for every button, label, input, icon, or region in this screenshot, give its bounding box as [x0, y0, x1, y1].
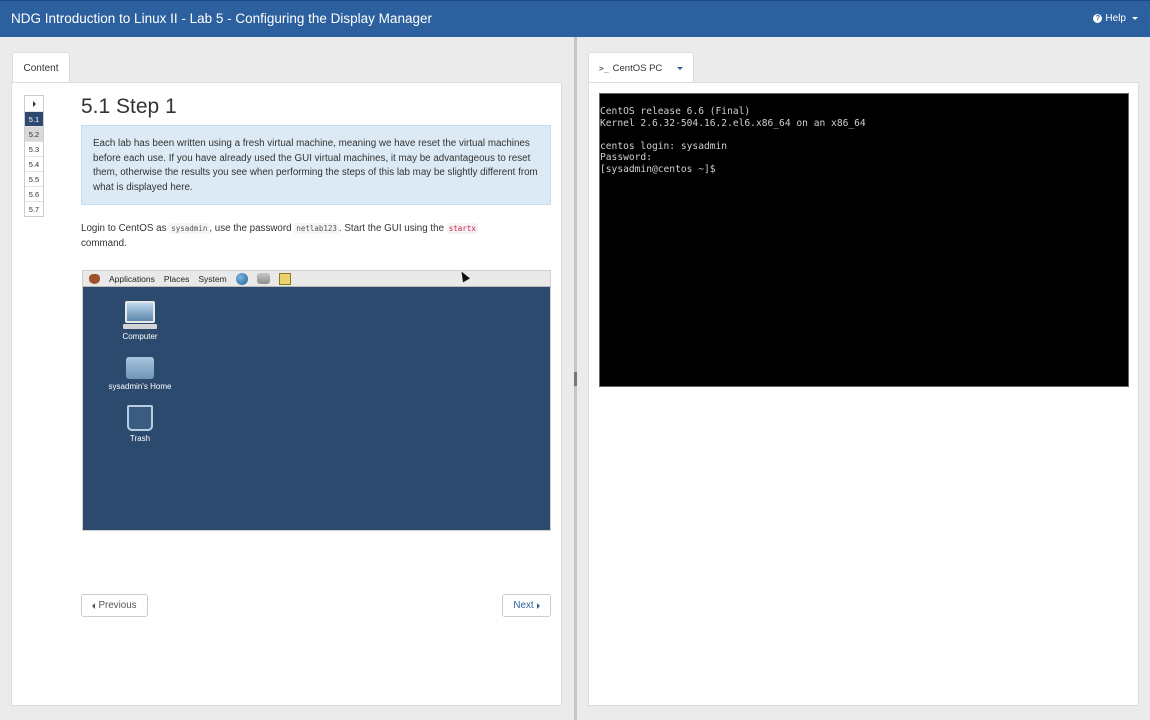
instr-text: . Start the GUI using the	[338, 223, 447, 234]
vm-terminal[interactable]: CentOS release 6.6 (Final) Kernel 2.6.32…	[599, 93, 1129, 387]
step-nav-item[interactable]: 5.1	[25, 111, 43, 126]
tab-content[interactable]: Content	[12, 52, 70, 83]
step-title: 5.1 Step 1	[81, 95, 177, 118]
desktop-icon-trash: Trash	[95, 405, 185, 443]
help-label: Help	[1105, 13, 1126, 24]
menu-system: System	[198, 273, 227, 284]
caret-left-icon	[92, 602, 96, 609]
text-editor-icon	[278, 272, 291, 285]
instr-text: , use the password	[209, 223, 295, 234]
step-nav-item[interactable]: 5.4	[25, 156, 43, 171]
terminal-icon: >_	[599, 63, 609, 73]
browser-icon	[235, 272, 248, 285]
step-nav-toggle[interactable]	[25, 96, 43, 111]
next-button[interactable]: Next	[502, 594, 551, 617]
password-code: netlab123	[294, 223, 339, 234]
step-nav-item[interactable]: 5.6	[25, 186, 43, 201]
app-header: NDG Introduction to Linux II - Lab 5 - C…	[0, 0, 1150, 37]
home-folder-icon	[126, 357, 154, 379]
username-code: sysadmin	[169, 223, 210, 234]
desktop-icon-label: sysadmin's Home	[108, 382, 172, 391]
content-panel: 5.1 5.2 5.3 5.4 5.5 5.6 5.7 5.1 Step 1 E…	[11, 82, 562, 706]
question-circle-icon: ?	[1093, 14, 1103, 23]
menu-places: Places	[163, 273, 190, 284]
tab-centos-label: CentOS PC	[612, 62, 663, 74]
gnome-foot-icon	[89, 273, 100, 284]
help-menu[interactable]: ? Help	[1093, 13, 1138, 24]
step-nav-item[interactable]: 5.2	[25, 126, 43, 141]
content-pane: Content 5.1 5.2 5.3 5.4 5.5 5.6 5.7 5.1 …	[0, 37, 574, 720]
computer-icon	[125, 301, 155, 323]
desktop-icon-label: Trash	[129, 434, 151, 443]
vm-panel: CentOS release 6.6 (Final) Kernel 2.6.32…	[588, 82, 1139, 706]
mail-icon	[256, 273, 270, 284]
tab-content-label: Content	[23, 62, 59, 74]
vm-pane: >_ CentOS PC CentOS release 6.6 (Final) …	[577, 37, 1150, 720]
menu-applications: Applications	[109, 273, 155, 284]
previous-button[interactable]: Previous	[81, 594, 148, 617]
desktop-icon-home: sysadmin's Home	[95, 357, 185, 391]
caret-down-icon	[1132, 17, 1138, 20]
desktop-icon-label: Computer	[122, 332, 158, 341]
lab-title: NDG Introduction to Linux II - Lab 5 - C…	[11, 11, 432, 26]
next-label: Next	[513, 600, 534, 611]
trash-icon	[127, 405, 153, 431]
command-code: startx	[446, 223, 478, 234]
tab-centos-pc[interactable]: >_ CentOS PC	[588, 52, 694, 83]
caret-right-icon	[536, 602, 540, 609]
gnome-panel: Applications Places System	[83, 271, 550, 287]
instr-text: Login to CentOS as	[81, 223, 170, 234]
previous-label: Previous	[98, 600, 137, 611]
caret-right-icon	[32, 100, 36, 107]
instruction-text: Login to CentOS as sysadmin, use the pas…	[81, 221, 551, 251]
step-nav-item[interactable]: 5.7	[25, 201, 43, 216]
instr-text: command.	[81, 238, 127, 249]
info-note: Each lab has been written using a fresh …	[81, 125, 551, 205]
desktop-icon-computer: Computer	[95, 301, 185, 341]
step-nav-item[interactable]: 5.5	[25, 171, 43, 186]
caret-down-icon[interactable]	[677, 67, 683, 70]
step-nav-item[interactable]: 5.3	[25, 141, 43, 156]
step-navigator: 5.1 5.2 5.3 5.4 5.5 5.6 5.7	[24, 95, 44, 217]
desktop-screenshot: Applications Places System Computer sysa…	[82, 270, 551, 531]
